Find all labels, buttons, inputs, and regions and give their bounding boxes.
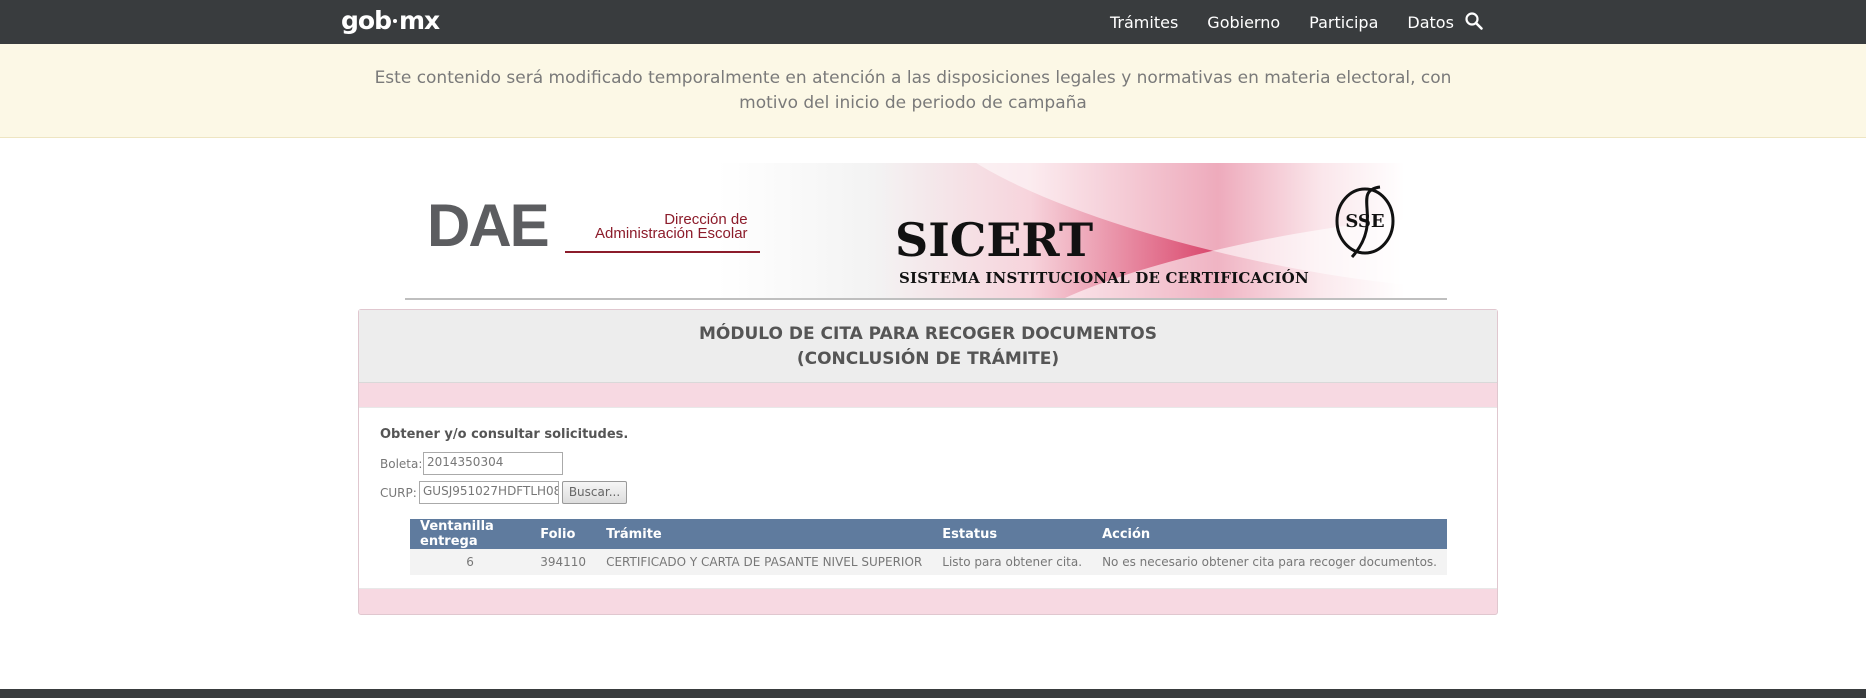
dae-logo: DAE xyxy=(427,196,550,256)
footer-bar xyxy=(0,689,1866,698)
electoral-notice: Este contenido será modificado temporalm… xyxy=(0,44,1866,138)
banner-bottom-line xyxy=(405,298,1447,300)
panel-title-line-1: MÓDULO DE CITA PARA RECOGER DOCUMENTOS xyxy=(699,324,1157,344)
top-navbar: gob mx Trámites Gobierno Participa Datos xyxy=(0,0,1866,44)
col-ventanilla: Ventanilla entrega xyxy=(410,519,531,549)
cell-accion: No es necesario obtener cita para recoge… xyxy=(1092,549,1447,575)
dae-sub-line-2: Administración Escolar xyxy=(595,225,748,242)
cell-estatus: Listo para obtener cita. xyxy=(932,549,1093,575)
sse-logo: SSE xyxy=(1335,185,1395,259)
boleta-input[interactable]: 2014350304 xyxy=(423,452,563,475)
cell-ventanilla: 6 xyxy=(410,549,531,575)
nav-links: Trámites Gobierno Participa Datos xyxy=(1110,0,1483,44)
cell-folio: 394110 xyxy=(530,549,597,575)
appointment-panel: MÓDULO DE CITA PARA RECOGER DOCUMENTOS (… xyxy=(358,309,1498,615)
dae-subtitle: Dirección de Administración Escolar xyxy=(595,212,748,242)
col-accion: Acción xyxy=(1092,519,1447,549)
nav-link-gobierno[interactable]: Gobierno xyxy=(1207,13,1280,32)
notice-text: Este contenido será modificado temporalm… xyxy=(374,68,1452,113)
col-tramite: Trámite xyxy=(596,519,933,549)
sicert-title: SICERT xyxy=(895,213,1094,267)
form-subtitle: Obtener y/o consultar solicitudes. xyxy=(380,427,629,442)
gobmx-logo[interactable]: gob mx xyxy=(341,6,440,35)
nav-link-participa[interactable]: Participa xyxy=(1309,13,1378,32)
col-estatus: Estatus xyxy=(932,519,1093,549)
sicert-header-banner: DAE Dirección de Administración Escolar … xyxy=(405,163,1447,300)
panel-title-line-2: (CONCLUSIÓN DE TRÁMITE) xyxy=(796,349,1060,369)
curp-label: CURP: xyxy=(380,486,417,500)
curp-input[interactable]: GUSJ951027HDFTLH08 xyxy=(419,481,559,504)
nav-link-tramites[interactable]: Trámites xyxy=(1110,13,1178,32)
sse-logo-text: SSE xyxy=(1345,211,1384,232)
search-button[interactable]: Buscar... xyxy=(562,481,627,504)
cell-tramite: CERTIFICADO Y CARTA DE PASANTE NIVEL SUP… xyxy=(596,549,933,575)
boleta-label: Boleta: xyxy=(380,457,423,471)
panel-body: Obtener y/o consultar solicitudes. Bolet… xyxy=(359,407,1497,589)
search-icon[interactable] xyxy=(1464,11,1484,31)
table-row: 6 394110 CERTIFICADO Y CARTA DE PASANTE … xyxy=(410,549,1447,575)
brand-dot xyxy=(392,18,397,23)
requests-table: Ventanilla entrega Folio Trámite Estatus… xyxy=(410,519,1447,575)
nav-link-datos[interactable]: Datos xyxy=(1407,13,1454,32)
brand-suffix: mx xyxy=(398,6,440,35)
panel-title: MÓDULO DE CITA PARA RECOGER DOCUMENTOS (… xyxy=(359,322,1497,372)
col-folio: Folio xyxy=(530,519,597,549)
dae-text: DAE xyxy=(427,192,550,259)
dae-underline xyxy=(565,251,760,253)
brand-text: gob xyxy=(341,6,392,35)
panel-header: MÓDULO DE CITA PARA RECOGER DOCUMENTOS (… xyxy=(359,310,1497,383)
table-header-row: Ventanilla entrega Folio Trámite Estatus… xyxy=(410,519,1447,549)
sicert-subtitle: SISTEMA INSTITUCIONAL DE CERTIFICACIÓN xyxy=(899,269,1309,287)
